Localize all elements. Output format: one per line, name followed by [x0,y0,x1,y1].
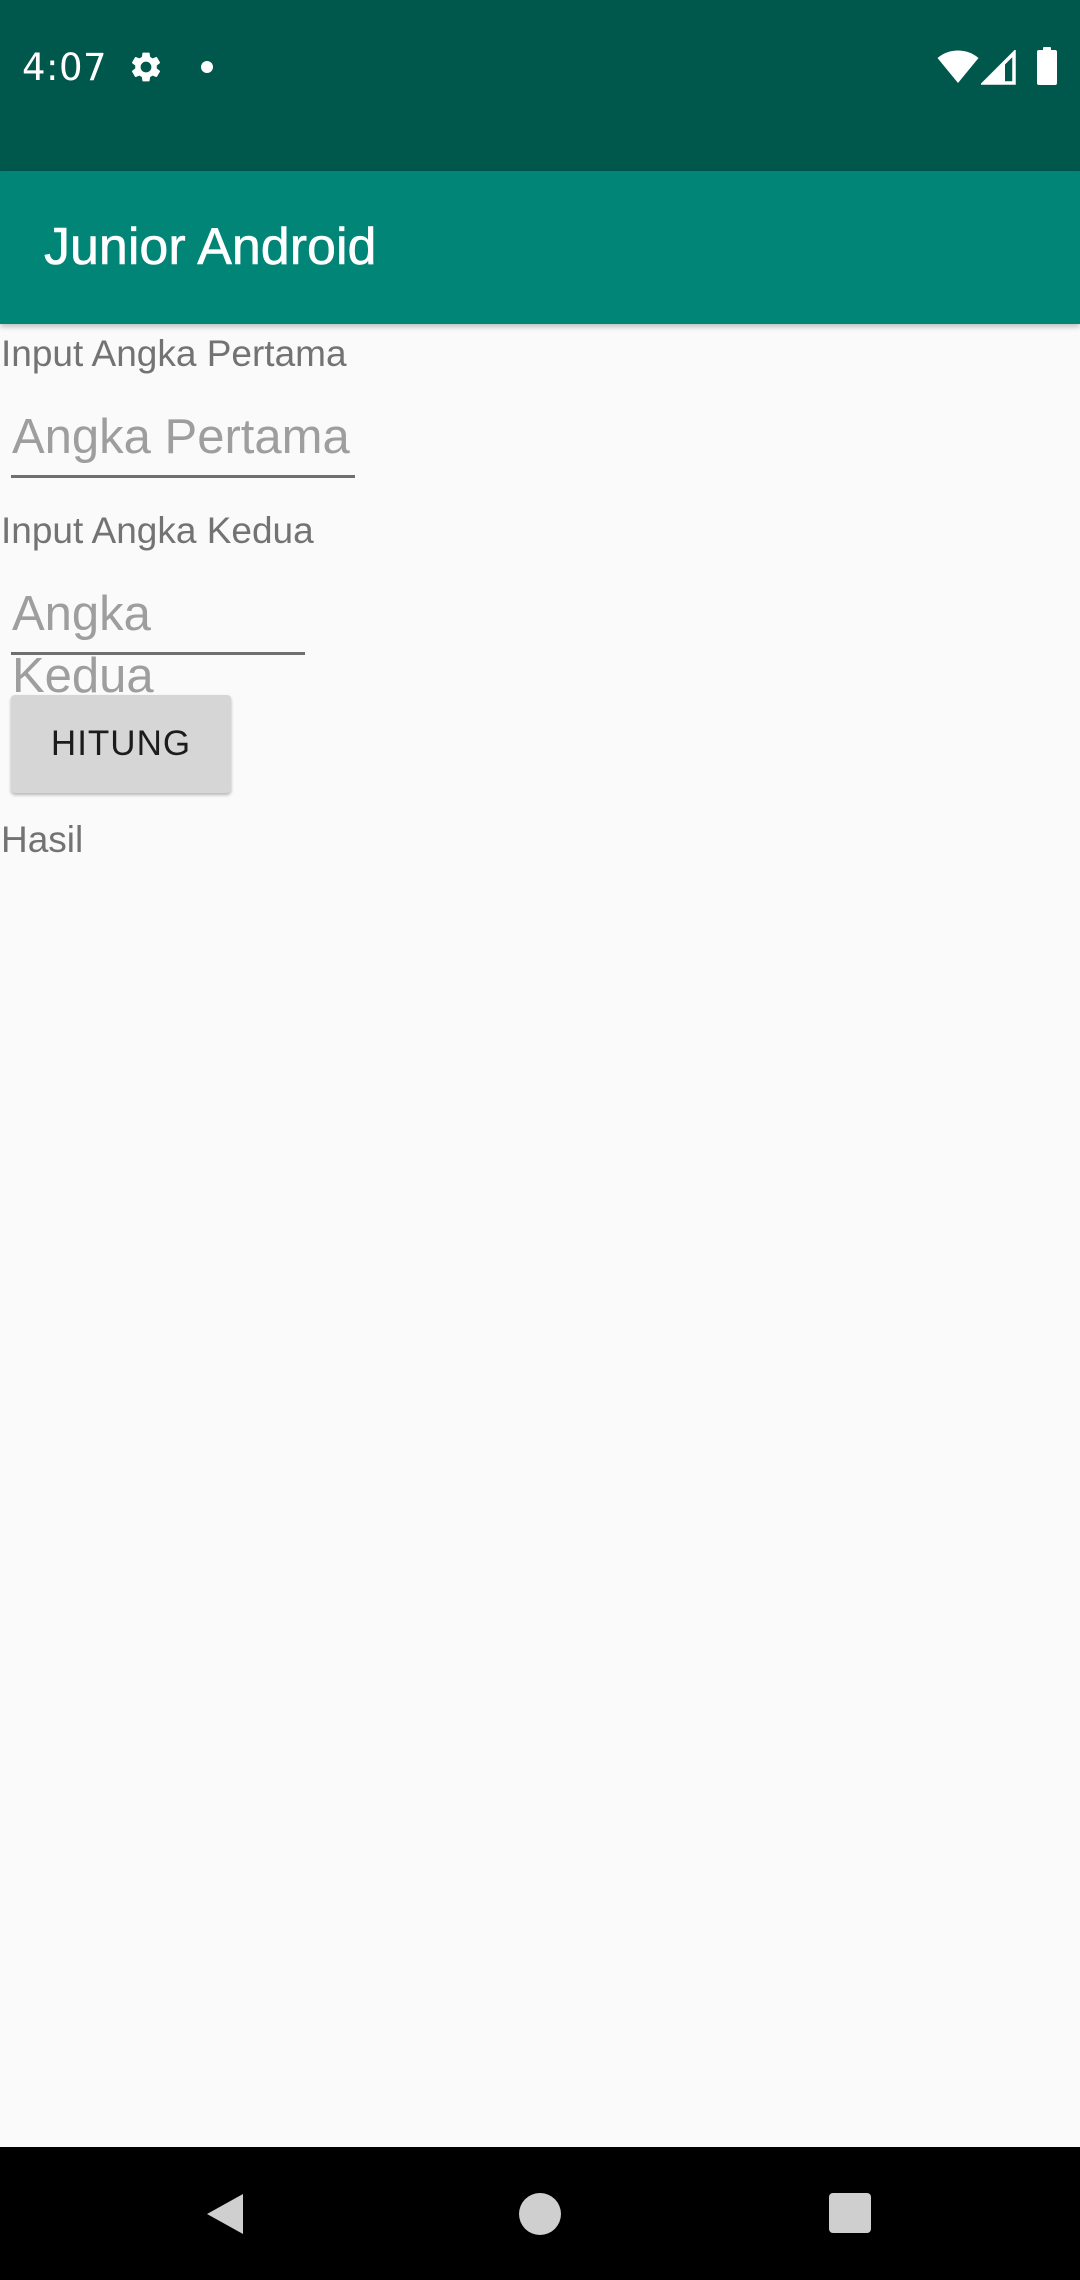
first-number-label: Input Angka Pertama [1,333,347,374]
hitung-button[interactable]: HITUNG [11,695,231,793]
gear-icon [131,52,161,82]
recents-icon[interactable] [829,2193,871,2233]
navigation-bar [0,2147,1080,2280]
status-bar: 4:07 [0,0,1080,171]
second-number-input[interactable]: Angka Kedua [11,583,305,703]
app-bar: Junior Android [0,171,1080,324]
back-icon[interactable] [205,2192,245,2236]
home-icon[interactable] [519,2193,561,2235]
wifi-icon [937,50,979,83]
app-title: Junior Android [44,218,377,277]
status-time: 4:07 [22,46,108,89]
notification-dot-icon [201,61,213,73]
main-content: Input Angka Pertama Angka Pertama Input … [0,324,1080,2147]
signal-icon [981,50,1016,85]
result-label: Hasil [1,819,84,860]
first-number-input[interactable]: Angka Pertama [11,406,355,478]
battery-icon [1037,47,1057,85]
second-number-label: Input Angka Kedua [1,510,314,551]
